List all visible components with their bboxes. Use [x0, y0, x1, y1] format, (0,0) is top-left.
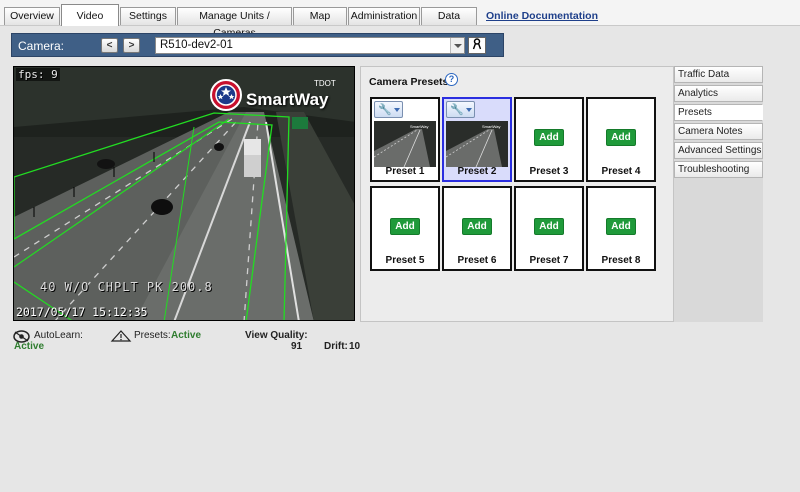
wrench-icon: 🔧: [378, 104, 392, 116]
chevron-down-icon: [466, 108, 472, 112]
preset-2-label: Preset 2: [457, 166, 497, 177]
preset-card-5[interactable]: Add Preset 5: [370, 186, 440, 271]
preset-5-add-button[interactable]: Add: [390, 218, 420, 235]
preset-3-add-button[interactable]: Add: [534, 129, 564, 146]
preset-4-add-button[interactable]: Add: [606, 129, 636, 146]
preset-7-add-button[interactable]: Add: [534, 218, 564, 235]
chevron-down-icon[interactable]: [450, 38, 464, 53]
svg-text:SmartWay: SmartWay: [410, 124, 429, 129]
view-quality-value: 91: [291, 341, 303, 352]
road-location-overlay: 40 W/O CHPLT PK 200.8: [40, 280, 213, 294]
preset-card-2[interactable]: 🔧 SmartWay Preset 2: [442, 97, 512, 182]
preset-card-4[interactable]: Add Preset 4: [586, 97, 656, 182]
preset-8-label: Preset 8: [601, 255, 641, 266]
smartway-logo-text: SmartWay: [246, 90, 329, 109]
preset-1-label: Preset 1: [385, 166, 425, 177]
side-menu-presets[interactable]: Presets: [674, 104, 763, 121]
tab-administration[interactable]: Administration: [348, 7, 420, 25]
tab-data[interactable]: Data: [421, 7, 477, 25]
camera-video-feed[interactable]: fps: 9 SmartWay TDOT 40 W/O CHPLT PK 200…: [13, 66, 355, 321]
autolearn-value: Active: [14, 341, 45, 352]
side-menu-analytics[interactable]: Analytics: [674, 85, 763, 102]
drift-value: 10: [349, 341, 361, 352]
main-tab-bar: Overview Video Settings Manage Units / C…: [0, 0, 800, 39]
help-icon[interactable]: ?: [445, 73, 458, 86]
tab-map[interactable]: Map: [293, 7, 347, 25]
preset-4-label: Preset 4: [601, 166, 641, 177]
presets-warning-icon: [110, 330, 132, 342]
autolearn-label: AutoLearn:: [34, 330, 83, 341]
camera-presets-panel: Camera Presets ? 🔧 SmartWay Preset 1 🔧 S…: [360, 66, 674, 322]
preset-2-thumbnail: SmartWay: [446, 121, 508, 167]
side-menu-camera-notes[interactable]: Camera Notes: [674, 123, 763, 140]
camera-select-value: R510-dev2-01: [160, 39, 233, 51]
camera-label: Camera:: [18, 39, 65, 53]
presets-status-label: Presets:: [134, 330, 171, 341]
previous-camera-button[interactable]: <: [101, 38, 118, 53]
side-menu-advanced-settings[interactable]: Advanced Settings: [674, 142, 763, 159]
view-quality-label: View Quality:: [245, 330, 308, 341]
tab-manage-units-cameras[interactable]: Manage Units / Cameras: [177, 7, 292, 39]
preset-7-label: Preset 7: [529, 255, 569, 266]
svg-text:SmartWay: SmartWay: [482, 124, 501, 129]
tab-settings[interactable]: Settings: [120, 7, 176, 25]
tdot-logo-text: TDOT: [314, 79, 336, 88]
preset-5-label: Preset 5: [385, 255, 425, 266]
preset-6-add-button[interactable]: Add: [462, 218, 492, 235]
tab-overview[interactable]: Overview: [4, 7, 60, 25]
drift-label: Drift:: [324, 341, 348, 352]
camera-presets-title: Camera Presets: [369, 76, 449, 88]
preset-card-8[interactable]: Add Preset 8: [586, 186, 656, 271]
preset-card-7[interactable]: Add Preset 7: [514, 186, 584, 271]
preset-card-3[interactable]: Add Preset 3: [514, 97, 584, 182]
preset-2-settings-dropdown[interactable]: 🔧: [446, 101, 475, 118]
video-timestamp: 2017/05/17 15:12:35: [16, 305, 148, 319]
camera-selector-bar: Camera: < > R510-dev2-01: [11, 33, 504, 57]
ribbon-icon: [472, 38, 482, 50]
preset-8-add-button[interactable]: Add: [606, 218, 636, 235]
side-menu-troubleshooting[interactable]: Troubleshooting: [674, 161, 763, 178]
preset-3-label: Preset 3: [529, 166, 569, 177]
camera-select[interactable]: R510-dev2-01: [155, 37, 465, 54]
preset-card-6[interactable]: Add Preset 6: [442, 186, 512, 271]
wrench-icon: 🔧: [450, 104, 464, 116]
side-menu-traffic-data[interactable]: Traffic Data: [674, 66, 763, 83]
online-documentation-link[interactable]: Online Documentation: [486, 10, 598, 22]
next-camera-button[interactable]: >: [123, 38, 140, 53]
preset-6-label: Preset 6: [457, 255, 497, 266]
preset-card-1[interactable]: 🔧 SmartWay Preset 1: [370, 97, 440, 182]
fps-indicator: fps: 9: [16, 68, 60, 81]
tennessee-tristar-logo-icon: [210, 79, 242, 111]
preset-1-settings-dropdown[interactable]: 🔧: [374, 101, 403, 118]
camera-pin-button[interactable]: [468, 37, 486, 54]
presets-status-value: Active: [171, 330, 202, 341]
preset-1-thumbnail: SmartWay: [374, 121, 436, 167]
smartway-brand: SmartWay TDOT: [210, 77, 345, 113]
chevron-down-icon: [394, 108, 400, 112]
side-menu: Traffic Data Analytics Presets Camera No…: [674, 66, 763, 322]
tab-video[interactable]: Video: [61, 4, 119, 26]
